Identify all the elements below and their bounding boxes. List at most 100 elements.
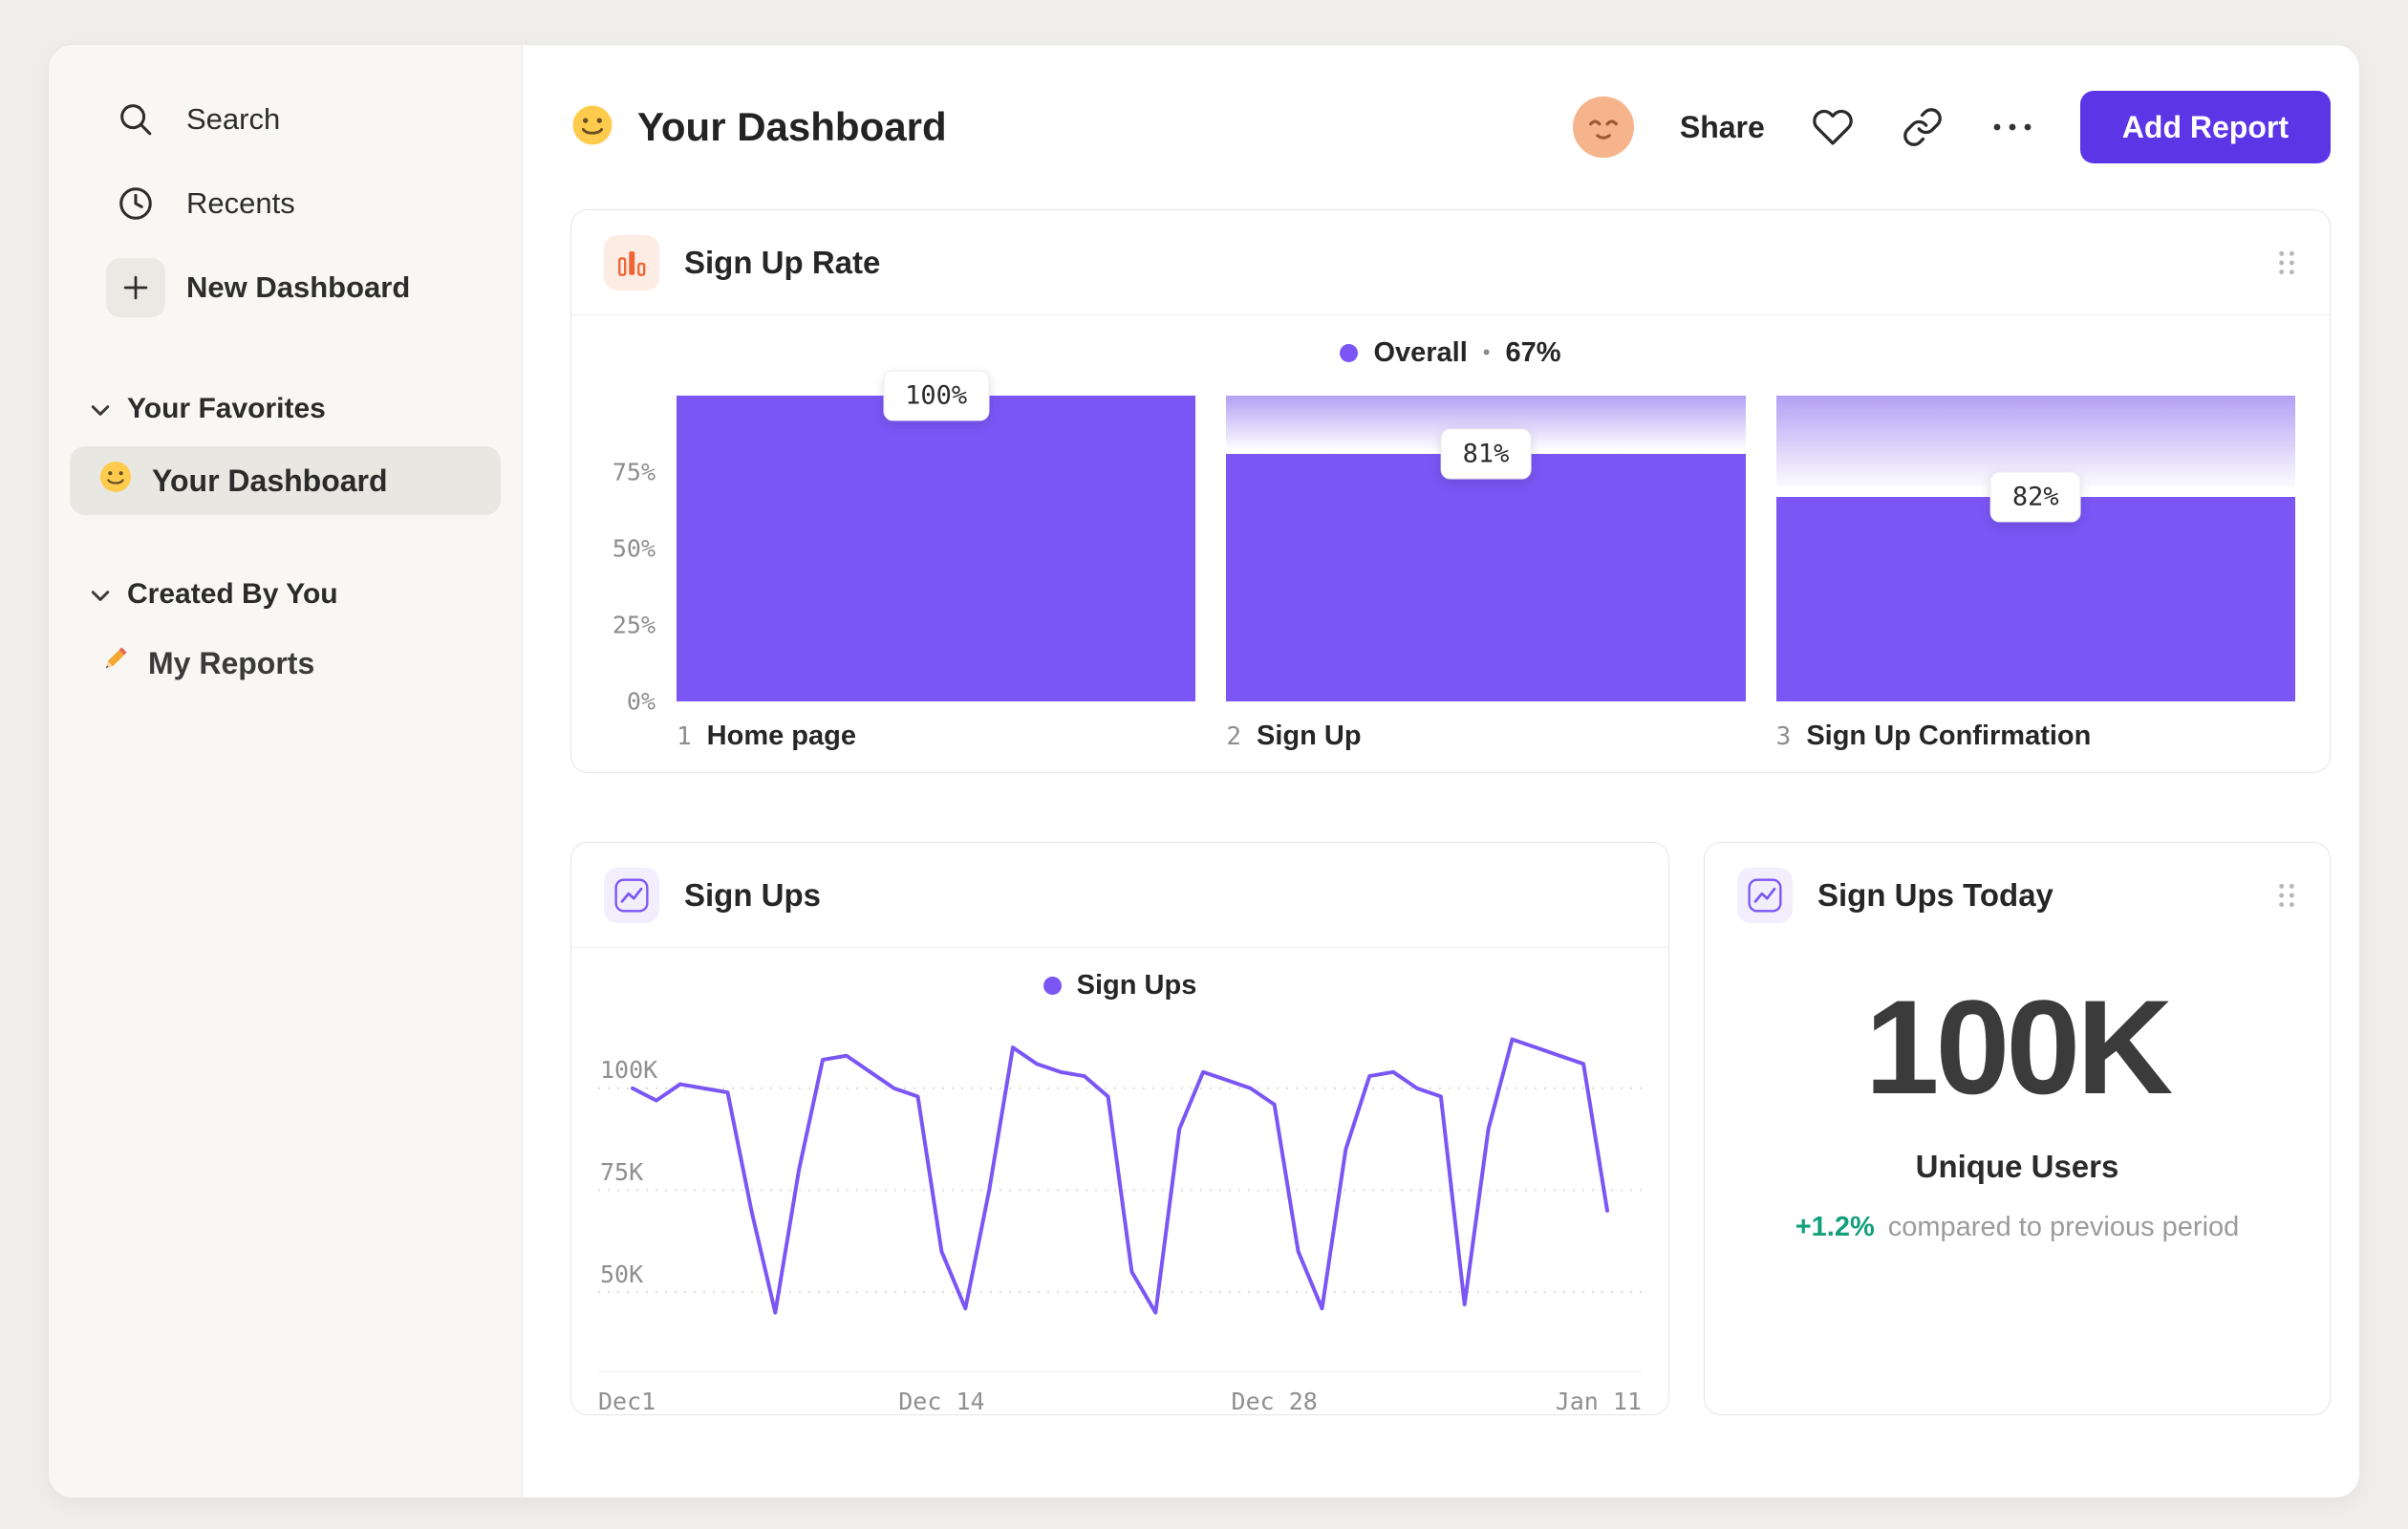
funnel-step[interactable]: 81% 2 Sign Up [1226,396,1746,752]
funnel-step-name: Sign Up [1256,721,1362,751]
line-x-tick: Dec 28 [1231,1388,1318,1415]
legend-separator: • [1482,340,1491,364]
funnel-bar-fill [1775,496,2295,701]
line-y-tick: 50K [600,1260,644,1288]
add-report-button[interactable]: Add Report [2079,91,2331,163]
line-chart-plot[interactable]: 100K 75K 50K [598,1036,1642,1372]
legend-label: Overall [1373,336,1468,368]
sign-up-rate-card: Sign Up Rate Overall • 67% 75% 50% 25% 0% 1… [570,209,2331,773]
funnel-legend[interactable]: Overall • 67% [571,315,2330,390]
page-title: Your Dashboard [637,104,947,149]
stat-delta: +1.2% [1795,1212,1875,1242]
line-chart-svg [598,1036,1642,1371]
funnel-value-label: 82% [1989,471,2081,523]
line-x-axis: Dec1 Dec 14 Dec 28 Jan 11 [598,1372,1642,1415]
smiley-emoji-icon [98,460,133,502]
stat-body: 100K Unique Users +1.2% compared to prev… [1705,948,2330,1243]
line-chart-icon [1737,868,1793,923]
sidebar-recents-label: Recents [186,186,295,220]
sign-ups-card: Sign Ups Sign Ups 100K 75K 50K Dec1 Dec 14 D… [570,842,1669,1415]
legend-value: 67% [1505,336,1561,368]
sidebar-item-your-dashboard[interactable]: Your Dashboard [70,446,501,515]
funnel-bar[interactable]: 100% [677,370,1196,701]
chevron-down-icon [91,393,110,425]
plus-icon [106,258,165,317]
funnel-value-label: 100% [883,370,990,421]
funnel-step-label: 1 Home page [677,721,1195,752]
funnel-step[interactable]: 100% 1 Home page [677,370,1196,752]
funnel-bar-fill [1226,453,1746,701]
heart-icon[interactable] [1811,105,1855,149]
funnel-bar[interactable]: 82% [1775,396,2295,701]
funnel-step-index: 1 [677,722,692,751]
sidebar-search-label: Search [186,102,281,136]
funnel-value-label: 81% [1440,428,1532,480]
funnel-card-header: Sign Up Rate [571,210,2330,315]
funnel-step-name: Home page [706,721,856,751]
chevron-down-icon [91,578,110,611]
funnel-y-tick: 50% [612,534,656,563]
favorites-section-title: Your Favorites [127,393,326,424]
drag-handle-icon[interactable] [2276,248,2297,277]
sign-ups-today-card: Sign Ups Today 100K Unique Users +1.2% c… [1704,842,2331,1415]
funnel-steps: 100% 1 Home page 81% 2 Sign Up 82% 3 Sign Up Con… [677,370,2295,752]
funnel-y-tick: 0% [626,687,656,716]
created-section-title: Created By You [127,578,338,610]
sidebar-item-search[interactable]: Search [62,77,508,162]
sidebar-item-recents[interactable]: Recents [62,162,508,246]
sidebar-item-my-reports[interactable]: My Reports [62,628,508,699]
stat-value: 100K [1864,972,2174,1122]
legend-label: Sign Ups [1076,969,1197,1001]
funnel-y-tick: 75% [612,458,656,486]
line-legend[interactable]: Sign Ups [571,948,1668,1023]
favorite-item-label: Your Dashboard [152,463,388,498]
funnel-step[interactable]: 82% 3 Sign Up Confirmation [1775,396,2295,752]
created-item-label: My Reports [148,645,315,680]
favorites-section-toggle[interactable]: Your Favorites [62,379,508,439]
funnel-chart: 75% 50% 25% 0% 100% 1 Home page 81% 2 Sign Up 82%… [571,370,2330,752]
funnel-step-index: 2 [1226,722,1241,751]
line-y-tick: 100K [600,1056,658,1084]
line-x-tick: Dec1 [598,1388,656,1415]
funnel-y-axis: 75% 50% 25% 0% [606,396,667,716]
link-icon[interactable] [1901,105,1945,149]
avatar[interactable] [1572,97,1634,158]
main-content: Your Dashboard Share Add Report Sign Up … [523,45,2359,1497]
line-x-tick: Jan 11 [1555,1388,1642,1415]
funnel-step-label: 3 Sign Up Confirmation [1776,721,2295,752]
sidebar-new-dashboard-label: New Dashboard [186,270,411,304]
funnel-step-label: 2 Sign Up [1226,721,1745,752]
clock-icon [106,174,165,233]
dashboard-header: Your Dashboard Share Add Report [570,45,2331,209]
funnel-bar-fill [677,396,1196,701]
app-window: Search Recents New Dashboard Your Favori… [48,44,2360,1498]
line-card-header: Sign Ups [571,843,1668,948]
sidebar-item-new-dashboard[interactable]: New Dashboard [62,246,508,330]
funnel-step-index: 3 [1775,722,1792,751]
sidebar: Search Recents New Dashboard Your Favori… [49,45,523,1497]
legend-dot [1340,343,1359,362]
bar-chart-icon [604,234,659,291]
share-button[interactable]: Share [1680,110,1765,145]
funnel-card-title: Sign Up Rate [684,244,881,280]
search-icon [106,90,165,149]
created-section-toggle[interactable]: Created By You [62,565,508,624]
pencil-emoji-icon [98,643,131,683]
line-card-title: Sign Ups [684,876,822,913]
stat-card-header: Sign Ups Today [1705,843,2330,948]
line-y-tick: 75K [600,1158,644,1186]
line-chart-icon [604,867,659,923]
ellipsis-icon[interactable] [1990,105,2034,149]
stat-label: Unique Users [1915,1149,2119,1184]
legend-dot [1043,976,1062,995]
stat-delta-note: compared to previous period [1887,1212,2240,1242]
bottom-row: Sign Ups Sign Ups 100K 75K 50K Dec1 Dec 14 D… [570,842,2331,1415]
sidebar-section-created: Created By You My Reports [62,565,508,699]
sidebar-section-favorites: Your Favorites Your Dashboard [62,379,508,515]
funnel-y-tick: 25% [612,611,656,639]
stat-card-title: Sign Ups Today [1817,877,2053,913]
drag-handle-icon[interactable] [2276,881,2297,910]
dashboard-emoji-icon [570,103,614,152]
funnel-bar[interactable]: 81% [1226,396,1746,701]
line-x-tick: Dec 14 [898,1388,985,1415]
